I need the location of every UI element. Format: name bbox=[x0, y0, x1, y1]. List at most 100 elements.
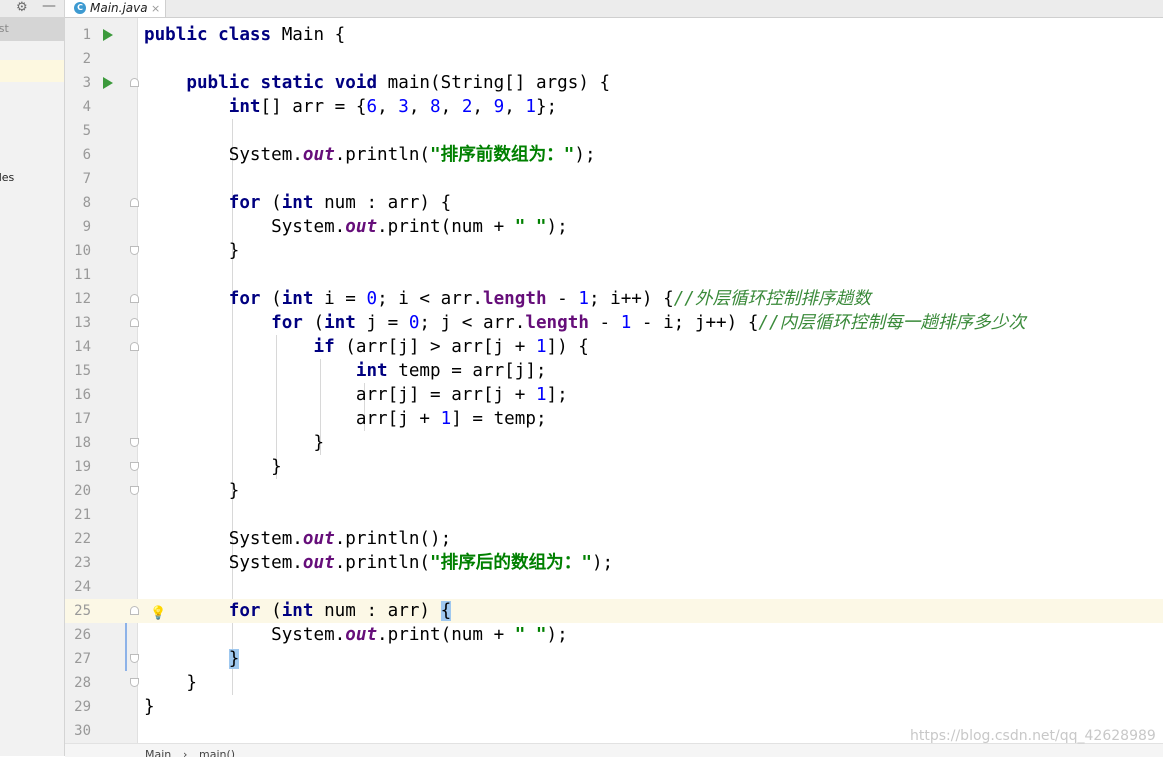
project-tree-item[interactable]: oles bbox=[0, 170, 64, 186]
code-line[interactable]: 10 } bbox=[65, 239, 1163, 263]
code-line[interactable]: 21 bbox=[65, 503, 1163, 527]
code-line[interactable]: 2 bbox=[65, 47, 1163, 71]
minimize-icon[interactable]: — bbox=[42, 0, 56, 15]
code-line[interactable]: 4 int[] arr = {6, 3, 8, 2, 9, 1}; bbox=[65, 95, 1163, 119]
code-line[interactable]: 13 for (int j = 0; j < arr.length - 1 - … bbox=[65, 311, 1163, 335]
fold-marker-icon[interactable] bbox=[130, 78, 139, 87]
code-line[interactable]: 8 for (int num : arr) { bbox=[65, 191, 1163, 215]
code-line[interactable]: 19 } bbox=[65, 455, 1163, 479]
fold-marker-icon[interactable] bbox=[130, 246, 139, 255]
line-number: 9 bbox=[82, 219, 91, 235]
code-line[interactable]: 14 if (arr[j] > arr[j + 1]) { bbox=[65, 335, 1163, 359]
line-number: 7 bbox=[82, 171, 91, 187]
java-class-icon: C bbox=[74, 2, 86, 14]
code-line[interactable]: 15 int temp = arr[j]; bbox=[65, 359, 1163, 383]
code-line[interactable]: 12 for (int i = 0; i < arr.length - 1; i… bbox=[65, 287, 1163, 311]
project-panel-toolbar: ⚙ — bbox=[0, 0, 64, 18]
code-line[interactable]: 24 bbox=[65, 575, 1163, 599]
code-line[interactable]: 1 public class Main { bbox=[65, 23, 1163, 47]
fold-marker-icon[interactable] bbox=[130, 198, 139, 207]
line-number: 22 bbox=[74, 531, 91, 547]
run-icon[interactable] bbox=[103, 77, 113, 89]
project-tree-highlight-row[interactable] bbox=[0, 60, 64, 82]
fold-marker-icon[interactable] bbox=[130, 462, 139, 471]
line-number: 23 bbox=[74, 555, 91, 571]
code-text: arr[j] = arr[j + 1]; bbox=[355, 385, 568, 405]
project-panel: ⚙ — est oles bbox=[0, 0, 65, 756]
code-line[interactable]: 9 System.out.print(num + " "); bbox=[65, 215, 1163, 239]
line-number: 10 bbox=[74, 243, 91, 259]
code-line[interactable]: 5 bbox=[65, 119, 1163, 143]
project-tree-item-label: oles bbox=[0, 171, 15, 184]
code-text: System.out.print(num + " "); bbox=[271, 625, 568, 645]
line-number: 28 bbox=[74, 675, 91, 691]
code-line[interactable]: 17 arr[j + 1] = temp; bbox=[65, 407, 1163, 431]
fold-marker-icon[interactable] bbox=[130, 654, 139, 663]
code-line[interactable]: 29 } bbox=[65, 695, 1163, 719]
fold-marker-icon[interactable] bbox=[130, 486, 139, 495]
fold-marker-icon[interactable] bbox=[130, 342, 139, 351]
code-line-current[interactable]: 25 💡 for (int num : arr) { bbox=[65, 599, 1163, 623]
close-icon[interactable]: × bbox=[151, 0, 160, 17]
code-text: for (int num : arr) { bbox=[228, 193, 452, 213]
breadcrumb: Main › main() bbox=[65, 743, 1163, 757]
code-text: } bbox=[228, 481, 240, 501]
code-text: System.out.println("排序前数组为："); bbox=[228, 145, 596, 165]
line-number: 6 bbox=[82, 147, 91, 163]
code-line[interactable]: 18 } bbox=[65, 431, 1163, 455]
line-number: 21 bbox=[74, 507, 91, 523]
code-line[interactable]: 22 System.out.println(); bbox=[65, 527, 1163, 551]
code-line[interactable]: 11 bbox=[65, 263, 1163, 287]
code-text: System.out.print(num + " "); bbox=[271, 217, 568, 237]
code-line[interactable]: 20 } bbox=[65, 479, 1163, 503]
line-number: 15 bbox=[74, 363, 91, 379]
code-line[interactable]: 3 public static void main(String[] args)… bbox=[65, 71, 1163, 95]
code-editor[interactable]: 1 public class Main { 2 3 public static … bbox=[65, 18, 1163, 743]
line-number: 3 bbox=[82, 75, 91, 91]
code-line[interactable]: 6 System.out.println("排序前数组为："); bbox=[65, 143, 1163, 167]
gear-icon[interactable]: ⚙ bbox=[16, 0, 28, 16]
fold-marker-icon[interactable] bbox=[130, 438, 139, 447]
code-line[interactable]: 27 } bbox=[65, 647, 1163, 671]
editor-tab-bar: C Main.java × bbox=[65, 0, 1163, 18]
fold-marker-icon[interactable] bbox=[130, 606, 139, 615]
code-text: } bbox=[228, 241, 240, 261]
code-text: } bbox=[313, 433, 325, 453]
code-line[interactable]: 28 } bbox=[65, 671, 1163, 695]
code-text: public static void main(String[] args) { bbox=[186, 73, 611, 93]
line-number: 2 bbox=[82, 51, 91, 67]
code-text: int[] arr = {6, 3, 8, 2, 9, 1}; bbox=[228, 97, 558, 117]
code-line[interactable]: 16 arr[j] = arr[j + 1]; bbox=[65, 383, 1163, 407]
matched-brace: } bbox=[228, 649, 240, 669]
line-number: 18 bbox=[74, 435, 91, 451]
project-tree-selected-item[interactable]: est bbox=[0, 17, 64, 41]
line-number: 16 bbox=[74, 387, 91, 403]
code-text: } bbox=[186, 673, 197, 693]
line-number: 20 bbox=[74, 483, 91, 499]
line-number: 1 bbox=[82, 27, 91, 43]
line-number: 25 bbox=[74, 603, 91, 619]
fold-marker-icon[interactable] bbox=[130, 678, 139, 687]
tab-main-java[interactable]: C Main.java × bbox=[65, 0, 166, 17]
fold-marker-icon[interactable] bbox=[130, 318, 139, 327]
fold-marker-icon[interactable] bbox=[130, 294, 139, 303]
line-number: 24 bbox=[74, 579, 91, 595]
line-number: 14 bbox=[74, 339, 91, 355]
tab-label: Main.java bbox=[90, 1, 148, 15]
line-number: 4 bbox=[82, 99, 91, 115]
code-text: System.out.println(); bbox=[228, 529, 452, 549]
line-number: 5 bbox=[82, 123, 91, 139]
code-text: if (arr[j] > arr[j + 1]) { bbox=[313, 337, 589, 357]
code-text: arr[j + 1] = temp; bbox=[355, 409, 547, 429]
line-number: 26 bbox=[74, 627, 91, 643]
code-line[interactable]: 7 bbox=[65, 167, 1163, 191]
code-text: } bbox=[144, 647, 240, 671]
code-text: System.out.println("排序后的数组为："); bbox=[228, 553, 614, 573]
code-line[interactable]: 26 System.out.print(num + " "); bbox=[65, 623, 1163, 647]
run-icon[interactable] bbox=[103, 29, 113, 41]
code-text: public class Main { bbox=[144, 25, 346, 45]
code-line[interactable]: 23 System.out.println("排序后的数组为："); bbox=[65, 551, 1163, 575]
line-number: 19 bbox=[74, 459, 91, 475]
code-text: } bbox=[271, 457, 282, 477]
line-number: 13 bbox=[74, 315, 91, 331]
